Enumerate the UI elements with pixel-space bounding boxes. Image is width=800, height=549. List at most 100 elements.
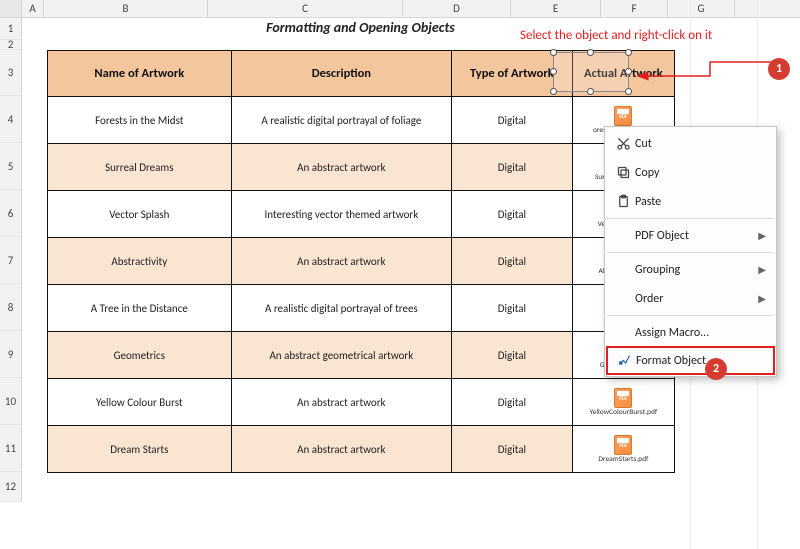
object-filename: YellowColourBurst.pdf <box>589 409 657 417</box>
pdf-icon <box>614 388 632 408</box>
menu-pdf-object[interactable]: PDF Object ▶ <box>607 221 774 250</box>
cell-type[interactable]: Digital <box>451 144 573 191</box>
cell-description[interactable]: A realistic digital portrayal of trees <box>232 285 452 332</box>
paste-icon <box>611 194 635 209</box>
annotation-number-1: 1 <box>768 58 790 80</box>
table-row: A Tree in the DistanceA realistic digita… <box>47 285 674 332</box>
row-header-9[interactable]: 9 <box>0 331 22 378</box>
cell-type[interactable]: Digital <box>451 426 573 473</box>
col-header-a[interactable]: A <box>22 0 44 17</box>
cell-name[interactable]: Geometrics <box>47 332 232 379</box>
object-filename: DreamStarts.pdf <box>598 456 648 464</box>
cell-artwork[interactable]: YellowColourBurst.pdf <box>573 379 674 426</box>
menu-cut[interactable]: Cut <box>607 129 774 158</box>
row-headers: 1 2 3 4 5 6 7 8 9 10 11 12 <box>0 18 22 502</box>
row-header-3[interactable]: 3 <box>0 50 22 96</box>
row-header-6[interactable]: 6 <box>0 190 22 237</box>
chevron-right-icon: ▶ <box>758 229 766 242</box>
cell-type[interactable]: Digital <box>451 379 573 426</box>
menu-grouping[interactable]: Grouping ▶ <box>607 255 774 284</box>
row-header-5[interactable]: 5 <box>0 143 22 190</box>
col-header-b[interactable]: B <box>44 0 208 17</box>
chevron-right-icon: ▶ <box>758 263 766 276</box>
row-header-7[interactable]: 7 <box>0 237 22 284</box>
col-description[interactable]: Description <box>232 51 452 97</box>
resize-handle[interactable] <box>625 49 632 56</box>
cell-type[interactable]: Digital <box>451 191 573 238</box>
row-header-4[interactable]: 4 <box>0 96 22 143</box>
cell-description[interactable]: An abstract artwork <box>232 426 452 473</box>
resize-handle[interactable] <box>550 68 557 75</box>
row-header-11[interactable]: 11 <box>0 425 22 472</box>
select-all-corner[interactable] <box>0 0 22 17</box>
annotation-number-2: 2 <box>705 358 727 380</box>
row-header-1[interactable]: 1 <box>0 18 22 40</box>
table-row: GeometricsAn abstract geometrical artwor… <box>47 332 674 379</box>
cell-name[interactable]: Vector Splash <box>47 191 232 238</box>
pdf-icon <box>614 106 632 126</box>
row-header-12[interactable]: 12 <box>0 472 22 502</box>
cell-name[interactable]: Forests in the Midst <box>47 97 232 144</box>
col-name[interactable]: Name of Artwork <box>47 51 232 97</box>
resize-handle[interactable] <box>550 49 557 56</box>
cell-type[interactable]: Digital <box>451 97 573 144</box>
menu-separator <box>607 252 774 253</box>
cell-type[interactable]: Digital <box>451 238 573 285</box>
menu-paste[interactable]: Paste <box>607 187 774 216</box>
resize-handle[interactable] <box>625 68 632 75</box>
cell-description[interactable]: An abstract artwork <box>232 379 452 426</box>
cell-artwork[interactable]: DreamStarts.pdf <box>573 426 674 473</box>
menu-format-object[interactable]: Format Object... <box>606 346 775 375</box>
col-header-f[interactable]: F <box>601 0 668 17</box>
resize-handle[interactable] <box>625 88 632 95</box>
table-row: Forests in the MidstA realistic digital … <box>47 97 674 144</box>
spreadsheet-grid: A B C D E F G 1 2 3 4 5 6 7 8 9 10 11 12… <box>0 0 800 549</box>
menu-assign-macro[interactable]: Assign Macro... <box>607 318 774 347</box>
cut-icon <box>611 136 635 151</box>
menu-label: Paste <box>635 195 766 209</box>
menu-label: Copy <box>635 166 766 180</box>
embedded-pdf-object[interactable]: DreamStarts.pdf <box>575 428 671 470</box>
col-header-c[interactable]: C <box>208 0 403 17</box>
table-row: Vector SplashInteresting vector themed a… <box>47 191 674 238</box>
embedded-pdf-object[interactable]: YellowColourBurst.pdf <box>575 381 671 423</box>
cell-type[interactable]: Digital <box>451 332 573 379</box>
row-header-10[interactable]: 10 <box>0 378 22 425</box>
cell-description[interactable]: Interesting vector themed artwork <box>232 191 452 238</box>
menu-label: Order <box>635 292 758 306</box>
pdf-icon <box>614 435 632 455</box>
menu-label: Format Object... <box>636 354 765 368</box>
col-header-e[interactable]: E <box>511 0 601 17</box>
col-header-d[interactable]: D <box>403 0 511 17</box>
cell-name[interactable]: Abstractivity <box>47 238 232 285</box>
menu-separator <box>607 315 774 316</box>
context-menu: Cut Copy Paste PDF Object ▶ Grouping ▶ <box>604 126 777 377</box>
column-headers: A B C D E F G <box>0 0 800 18</box>
cell-description[interactable]: An abstract artwork <box>232 238 452 285</box>
annotation-instruction: Select the object and right-click on it <box>520 28 712 43</box>
format-object-icon <box>612 353 636 368</box>
copy-icon <box>611 165 635 180</box>
table-row: AbstractivityAn abstract artworkDigitalA… <box>47 238 674 285</box>
resize-handle[interactable] <box>550 88 557 95</box>
cell-name[interactable]: Surreal Dreams <box>47 144 232 191</box>
cell-name[interactable]: A Tree in the Distance <box>47 285 232 332</box>
menu-label: Cut <box>635 137 766 151</box>
cell-description[interactable]: An abstract artwork <box>232 144 452 191</box>
artwork-table: Name of Artwork Description Type of Artw… <box>47 50 675 473</box>
resize-handle[interactable] <box>587 88 594 95</box>
menu-order[interactable]: Order ▶ <box>607 284 774 313</box>
menu-separator <box>607 218 774 219</box>
menu-label: Assign Macro... <box>635 326 766 340</box>
row-header-8[interactable]: 8 <box>0 284 22 331</box>
cell-name[interactable]: Dream Starts <box>47 426 232 473</box>
cell-description[interactable]: An abstract geometrical artwork <box>232 332 452 379</box>
row-header-2[interactable]: 2 <box>0 40 22 50</box>
cell-name[interactable]: Yellow Colour Burst <box>47 379 232 426</box>
selected-object-outline[interactable] <box>553 52 629 92</box>
menu-copy[interactable]: Copy <box>607 158 774 187</box>
resize-handle[interactable] <box>587 49 594 56</box>
cell-type[interactable]: Digital <box>451 285 573 332</box>
cell-description[interactable]: A realistic digital portrayal of foliage <box>232 97 452 144</box>
col-header-g[interactable]: G <box>668 0 735 17</box>
